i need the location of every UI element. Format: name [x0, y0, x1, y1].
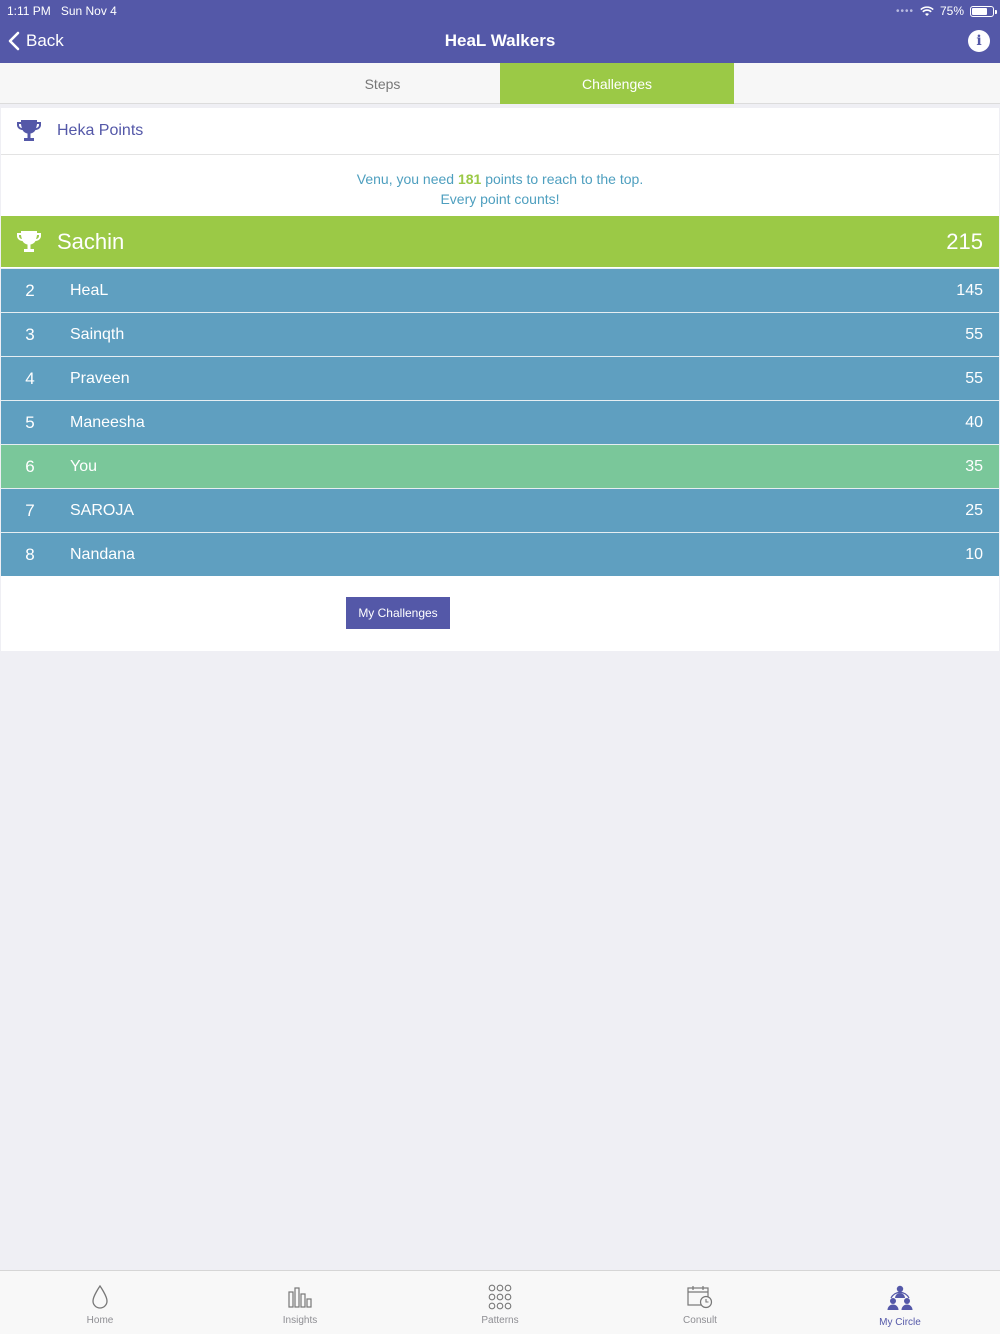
cellular-signal-icon: ••••: [895, 5, 914, 17]
participant-score: 55: [965, 325, 983, 343]
ranking-row[interactable]: 2 HeaL 145: [1, 268, 999, 312]
tab-my-circle[interactable]: My Circle: [800, 1271, 1000, 1334]
tab-home[interactable]: Home: [0, 1271, 200, 1334]
tab-challenges[interactable]: Challenges: [500, 63, 734, 104]
tab-consult-label: Consult: [683, 1315, 717, 1326]
tab-patterns[interactable]: Patterns: [400, 1271, 600, 1334]
rank-number: 6: [25, 456, 35, 476]
rank-number: 8: [25, 544, 35, 564]
ranking-row-you[interactable]: 6 You 35: [1, 444, 999, 488]
participant-name: Sainqth: [70, 325, 125, 343]
tab-insights-label: Insights: [282, 1315, 318, 1326]
participant-name: Nandana: [70, 545, 135, 563]
ranking-row[interactable]: 8 Nandana 10: [1, 532, 999, 576]
motivation-message: Venu, you need 181 points to reach to th…: [1, 155, 999, 215]
back-label: Back: [26, 31, 64, 50]
message-suffix: points to reach to the top.: [481, 171, 644, 187]
participant-score: 40: [965, 413, 983, 431]
calendar-clock-icon: [687, 1286, 713, 1309]
wifi-icon: [920, 5, 934, 16]
tab-steps[interactable]: Steps: [265, 63, 500, 104]
participant-score: 10: [965, 545, 983, 563]
ranking-row[interactable]: 5 Maneesha 40: [1, 400, 999, 444]
rank-number: 4: [25, 368, 35, 388]
navigation-bar: Back HeaL Walkers i: [0, 22, 1000, 60]
rank-number: 2: [25, 280, 35, 300]
drop-icon: [92, 1284, 108, 1309]
participant-name: Praveen: [70, 369, 130, 387]
bottom-tab-bar: Home Insights Patterns Consult My Circle: [0, 1270, 1000, 1334]
leader-score: 215: [946, 228, 983, 254]
rank-number: 3: [25, 324, 35, 344]
ranking-row[interactable]: 3 Sainqth 55: [1, 312, 999, 356]
tab-home-label: Home: [86, 1315, 114, 1326]
participant-score: 25: [965, 501, 983, 519]
leaderboard-card: Heka Points Venu, you need 181 points to…: [1, 108, 999, 651]
battery-icon: [970, 5, 997, 17]
segment-tabs: Steps Challenges: [0, 63, 1000, 104]
rank-number: 7: [25, 500, 35, 520]
grid-dots-icon: [488, 1284, 512, 1310]
bar-chart-icon: [288, 1287, 312, 1308]
tab-insights[interactable]: Insights: [200, 1271, 400, 1334]
message-line-1: Venu, you need 181 points to reach to th…: [1, 169, 999, 189]
participant-name: You: [70, 457, 97, 475]
leader-name: Sachin: [57, 228, 125, 254]
trophy-icon: [17, 120, 41, 141]
battery-percent: 75%: [939, 4, 964, 18]
page-title: HeaL Walkers: [444, 31, 556, 50]
card-header: Heka Points: [1, 108, 999, 155]
tab-consult[interactable]: Consult: [600, 1271, 800, 1334]
participant-name: HeaL: [70, 281, 109, 299]
message-prefix: Venu, you need: [356, 171, 458, 187]
chevron-left-icon: [8, 31, 20, 51]
participant-score: 145: [956, 281, 983, 299]
participant-score: 35: [965, 457, 983, 475]
status-time: 1:11 PM: [7, 4, 51, 18]
rank-number: 5: [25, 412, 35, 432]
tab-my-circle-label: My Circle: [879, 1317, 921, 1328]
ranking-list: 2 HeaL 145 3 Sainqth 55 4 Praveen 55 5 Maneesha 40 6…: [1, 268, 999, 576]
status-bar: 1:11 PM Sun Nov 4 •••• 75%: [7, 3, 997, 19]
my-challenges-button[interactable]: My Challenges: [346, 597, 450, 629]
people-circle-icon: [887, 1285, 913, 1310]
participant-score: 55: [965, 369, 983, 387]
info-button[interactable]: i: [968, 30, 990, 52]
tab-patterns-label: Patterns: [481, 1315, 519, 1326]
participant-name: SAROJA: [70, 501, 135, 519]
app-header: 1:11 PM Sun Nov 4 •••• 75% Back HeaL Wal…: [0, 0, 1000, 63]
leader-row[interactable]: Sachin 215: [1, 216, 999, 267]
participant-name: Maneesha: [70, 413, 145, 431]
ranking-row[interactable]: 7 SAROJA 25: [1, 488, 999, 532]
status-date: Sun Nov 4: [60, 4, 117, 18]
trophy-icon: [17, 230, 41, 252]
ranking-row[interactable]: 4 Praveen 55: [1, 356, 999, 400]
message-line-2: Every point counts!: [440, 191, 560, 207]
back-button[interactable]: Back: [8, 31, 64, 51]
card-title: Heka Points: [57, 122, 144, 139]
points-needed: 181: [457, 171, 482, 187]
